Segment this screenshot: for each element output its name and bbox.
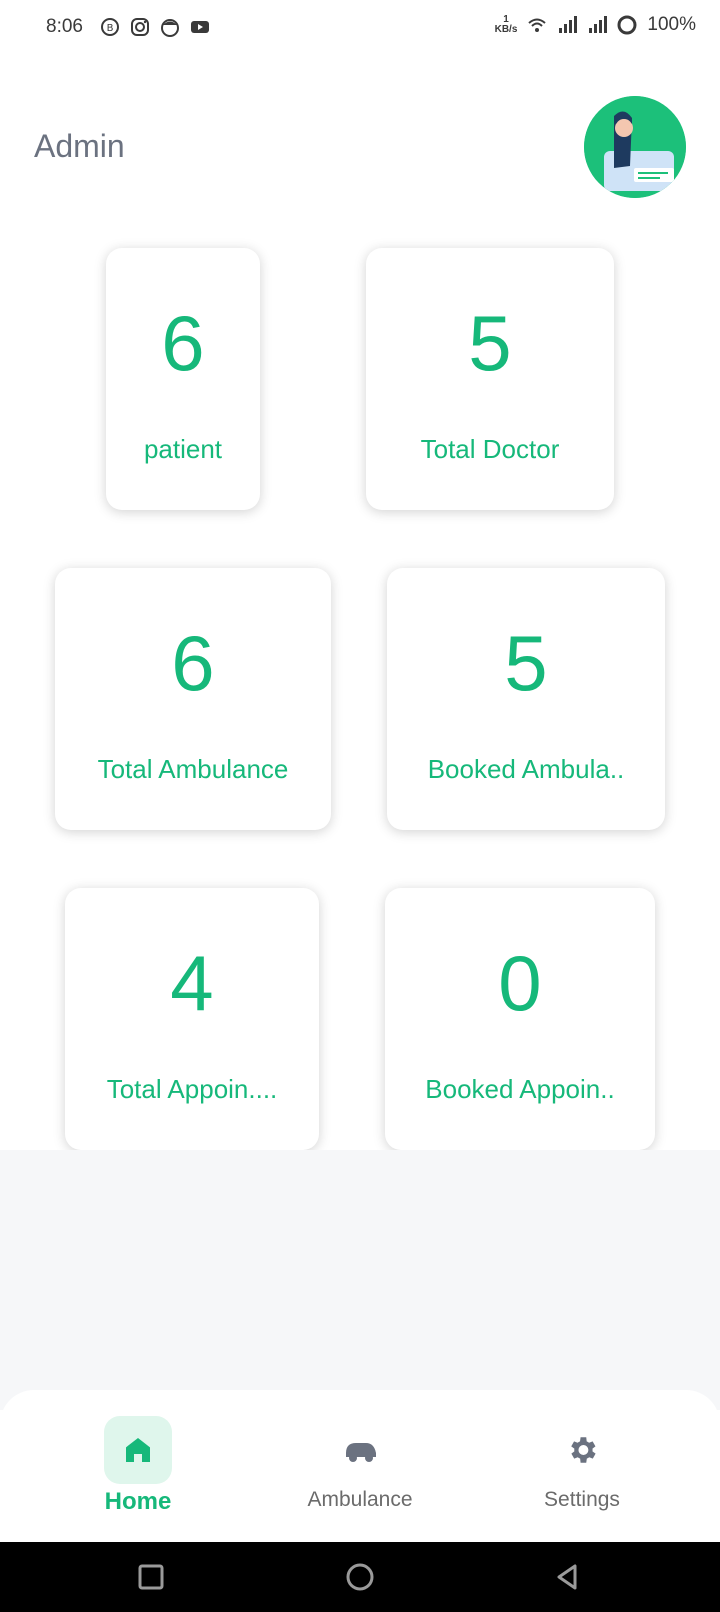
svg-text:B: B	[107, 23, 114, 34]
stat-label: patient	[143, 434, 223, 464]
nav-label: Settings	[544, 1488, 620, 1511]
system-status-icons: 1 KB/s 100%	[495, 14, 696, 36]
signal-icon-2	[589, 16, 608, 33]
signal-icon	[559, 16, 578, 33]
stat-card-booked-ambulance[interactable]: 5 Booked Ambula..	[387, 568, 665, 830]
stat-label: Total Ambulance	[97, 754, 289, 784]
notification-icons: B	[100, 17, 210, 37]
youtube-icon	[191, 21, 209, 33]
stat-label: Total Appoin....	[106, 1074, 278, 1104]
nav-item-settings[interactable]: Settings	[502, 1416, 662, 1512]
stat-label: Booked Appoin..	[425, 1074, 615, 1104]
gear-icon	[571, 1437, 596, 1463]
recent-apps-icon[interactable]	[134, 1560, 168, 1594]
doctor-illustration-icon	[584, 96, 686, 198]
back-triangle-icon[interactable]	[551, 1560, 585, 1594]
stat-card-total-ambulance[interactable]: 6 Total Ambulance	[55, 568, 331, 830]
page-title: Admin	[34, 128, 125, 164]
business-chat-icon: B	[101, 18, 119, 36]
nav-label: Ambulance	[307, 1488, 413, 1511]
app-face-icon	[161, 19, 179, 37]
stat-value: 6	[171, 619, 215, 707]
network-speed: 1 KB/s	[495, 15, 518, 35]
battery-percent: 100%	[647, 14, 696, 35]
stat-card-total-doctor[interactable]: 5 Total Doctor	[366, 248, 614, 510]
stat-value: 0	[498, 939, 542, 1027]
stat-value: 6	[161, 299, 205, 387]
stat-label: Total Doctor	[420, 434, 560, 464]
home-circle-icon[interactable]	[343, 1560, 377, 1594]
stat-card-total-appointments[interactable]: 4 Total Appoin....	[65, 888, 319, 1150]
status-bar: 8:06 B 1 KB/s 100%	[0, 0, 720, 56]
system-navigation-bar	[0, 1542, 720, 1612]
network-speed-unit: KB/s	[494, 24, 518, 35]
stat-value: 4	[170, 939, 214, 1027]
nav-item-ambulance[interactable]: Ambulance	[280, 1416, 440, 1512]
status-time: 8:06	[46, 16, 83, 37]
nav-icon-container	[326, 1416, 394, 1484]
stat-card-patient[interactable]: 6 patient	[106, 248, 260, 510]
stat-value: 5	[468, 299, 512, 387]
ambulance-icon	[346, 1443, 376, 1462]
bottom-navigation: Home Ambulance Settings	[0, 1390, 720, 1542]
nav-icon-container	[104, 1416, 172, 1484]
stat-label: Booked Ambula..	[427, 754, 625, 784]
nav-label: Home	[104, 1488, 172, 1515]
nav-item-home[interactable]: Home	[58, 1416, 218, 1516]
header: Admin	[0, 90, 720, 200]
instagram-icon	[131, 18, 149, 36]
wifi-icon	[528, 18, 547, 32]
content-background	[0, 1150, 720, 1410]
home-icon	[126, 1438, 150, 1462]
stat-value: 5	[504, 619, 548, 707]
stat-card-booked-appointments[interactable]: 0 Booked Appoin..	[385, 888, 655, 1150]
battery-ring-icon	[617, 15, 637, 35]
nav-icon-container	[548, 1416, 616, 1484]
avatar[interactable]	[584, 96, 686, 198]
